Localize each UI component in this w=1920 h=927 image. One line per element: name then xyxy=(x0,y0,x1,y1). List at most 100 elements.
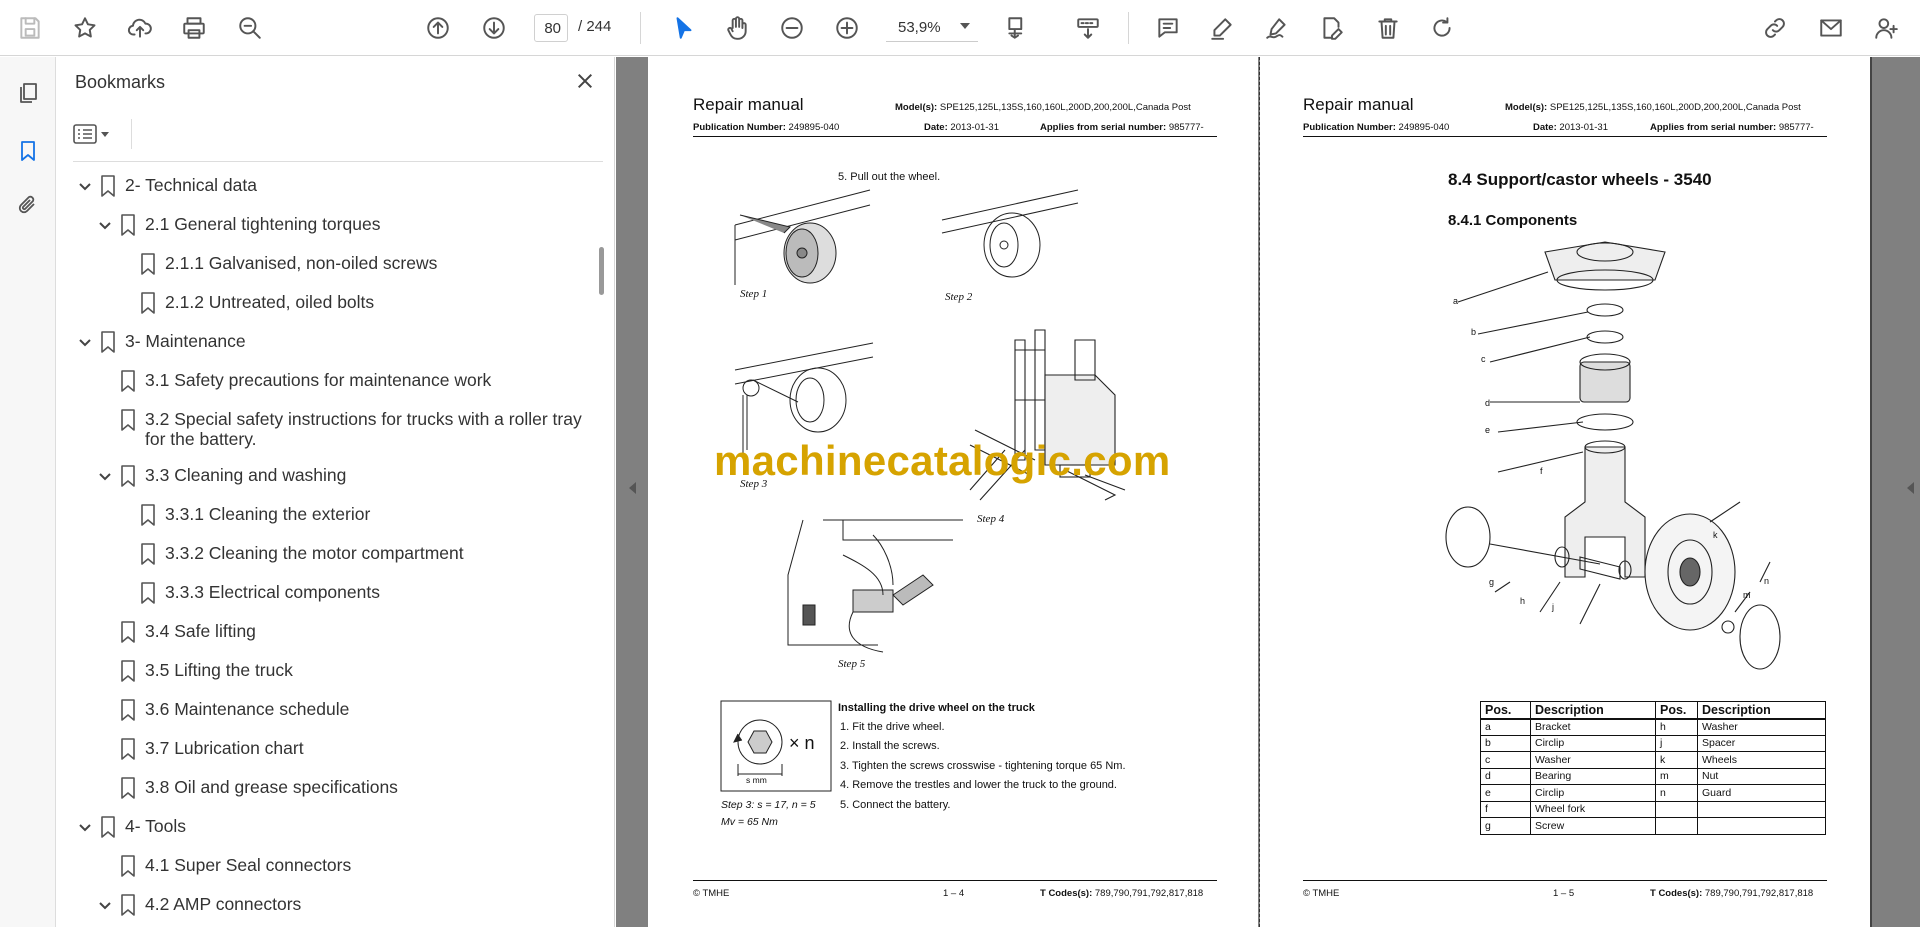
part-label: a xyxy=(1453,296,1459,306)
star-icon[interactable] xyxy=(67,10,103,46)
bookmark-item[interactable]: 3.6 Maintenance schedule xyxy=(57,691,587,730)
bookmark-item[interactable]: 4.1 Super Seal connectors xyxy=(57,847,587,886)
expand-right-icon[interactable] xyxy=(1904,480,1916,496)
part-label: k xyxy=(1713,530,1718,540)
select-pointer-icon[interactable] xyxy=(666,10,702,46)
bookmark-item[interactable]: 3.3.3 Electrical components xyxy=(57,574,587,613)
edit-pdf-icon[interactable] xyxy=(1314,10,1350,46)
zoom-value: 53,9% xyxy=(898,19,941,36)
bookmark-item[interactable]: 3.4 Safe lifting xyxy=(57,613,587,652)
tcodes-value: 789,790,791,792,817,818 xyxy=(1094,888,1204,899)
bookmark-item[interactable]: 4- Tools xyxy=(57,808,587,847)
bookmark-item[interactable]: 3.8 Oil and grease specifications xyxy=(57,769,587,808)
bookmark-item[interactable]: 3.7 Lubrication chart xyxy=(57,730,587,769)
bookmark-item[interactable]: 2.1.1 Galvanised, non-oiled screws xyxy=(57,245,587,284)
table-cell: Circlip xyxy=(1530,784,1656,802)
zoom-dropdown[interactable]: 53,9% xyxy=(886,14,978,42)
chevron-down-icon[interactable] xyxy=(75,176,95,196)
bookmark-item[interactable]: 3.1 Safety precautions for maintenance w… xyxy=(57,362,587,401)
sign-icon[interactable] xyxy=(1259,10,1295,46)
zoom-out-icon[interactable] xyxy=(774,10,810,46)
rotate-icon[interactable] xyxy=(1424,10,1460,46)
bookmark-options-button[interactable] xyxy=(73,119,123,149)
install-step: 2. Install the screws. xyxy=(840,740,940,752)
column-header: Pos. xyxy=(1480,701,1531,720)
chevron-down-icon[interactable] xyxy=(95,215,115,235)
scroll-mode-icon[interactable] xyxy=(1070,10,1106,46)
torque-caption: Step 3: s = 17, n = 5 xyxy=(721,799,816,811)
email-icon[interactable] xyxy=(1813,10,1849,46)
page-number-input[interactable] xyxy=(534,14,568,42)
page-up-icon[interactable] xyxy=(420,10,456,46)
page-thumbnails-icon[interactable] xyxy=(10,75,46,111)
bookmark-icon xyxy=(120,699,140,721)
torque-diagram xyxy=(720,700,832,792)
chevron-down-icon[interactable] xyxy=(95,895,115,915)
comment-icon[interactable] xyxy=(1150,10,1186,46)
bookmark-item[interactable]: 2.1 General tightening torques xyxy=(57,206,587,245)
chevron-down-icon[interactable] xyxy=(75,817,95,837)
close-icon[interactable] xyxy=(571,67,599,95)
bookmark-icon xyxy=(140,504,160,526)
tcodes-label: T Codes(s): xyxy=(1040,888,1093,899)
bookmark-label: 3.7 Lubrication chart xyxy=(145,738,304,758)
tcodes-value: 789,790,791,792,817,818 xyxy=(1704,888,1814,899)
scrollbar-thumb[interactable] xyxy=(599,247,604,295)
add-user-icon[interactable] xyxy=(1868,10,1904,46)
page-boundary xyxy=(1259,57,1260,927)
bookmark-label: 2.1 General tightening torques xyxy=(145,214,381,234)
models-label: Model(s): xyxy=(1505,102,1548,113)
bookmark-item[interactable]: 3.3.1 Cleaning the exterior xyxy=(57,496,587,535)
bookmark-tree: 2- Technical data 2.1 General tightening … xyxy=(57,167,597,923)
table-cell: n xyxy=(1655,784,1698,802)
column-header: Description xyxy=(1697,701,1826,720)
subsection-title: 8.4.1 Components xyxy=(1448,212,1578,229)
bookmark-item[interactable]: 3- Maintenance xyxy=(57,323,587,362)
hand-icon[interactable] xyxy=(719,10,755,46)
save-icon[interactable] xyxy=(12,10,48,46)
pubnum-value: 249895-040 xyxy=(1398,122,1450,133)
bookmark-label: 3.5 Lifting the truck xyxy=(145,660,293,680)
highlight-pen-icon[interactable] xyxy=(1204,10,1240,46)
delete-icon[interactable] xyxy=(1370,10,1406,46)
bookmark-icon xyxy=(120,621,140,643)
bookmark-panel-icon[interactable] xyxy=(10,133,46,169)
share-link-icon[interactable] xyxy=(1757,10,1793,46)
print-icon[interactable] xyxy=(176,10,212,46)
panel-title: Bookmarks xyxy=(75,72,166,92)
bookmark-icon xyxy=(100,331,120,353)
attachments-icon[interactable] xyxy=(10,187,46,223)
wheel-removal-illustration-2 xyxy=(940,185,1080,290)
upload-icon[interactable] xyxy=(122,10,158,46)
part-label: c xyxy=(1481,354,1486,364)
bookmark-item[interactable]: 3.3 Cleaning and washing xyxy=(57,457,587,496)
zoom-search-icon[interactable] xyxy=(232,10,268,46)
bookmark-item[interactable]: 2- Technical data xyxy=(57,167,587,206)
bookmark-item[interactable]: 2.1.2 Untreated, oiled bolts xyxy=(57,284,587,323)
bookmark-item[interactable]: 3.3.2 Cleaning the motor compartment xyxy=(57,535,587,574)
column-header: Description xyxy=(1530,701,1656,720)
divider xyxy=(131,119,132,149)
table-row: a Bracket h Washer xyxy=(1480,718,1826,736)
collapse-left-icon[interactable] xyxy=(626,480,638,496)
bookmark-item[interactable]: 3.2 Special safety instructions for truc… xyxy=(57,401,587,457)
chevron-down-icon[interactable] xyxy=(95,466,115,486)
table-cell: c xyxy=(1480,751,1531,769)
part-label: d xyxy=(1485,398,1491,408)
chevron-down-icon[interactable] xyxy=(75,332,95,352)
table-header-row: Pos. Description Pos. Description xyxy=(1480,701,1826,720)
install-step: 1. Fit the drive wheel. xyxy=(840,721,945,733)
list-options-icon xyxy=(73,124,97,144)
part-label: e xyxy=(1485,425,1491,435)
page-fit-icon[interactable] xyxy=(1000,10,1036,46)
bookmark-item[interactable]: 4.2 AMP connectors xyxy=(57,886,587,923)
zoom-in-icon[interactable] xyxy=(829,10,865,46)
table-row: f Wheel fork xyxy=(1480,800,1826,818)
bookmark-item[interactable]: 3.5 Lifting the truck xyxy=(57,652,587,691)
chevron-down-icon xyxy=(960,23,970,29)
table-cell xyxy=(1697,817,1826,835)
pubnum-value: 249895-040 xyxy=(788,122,840,133)
page-down-icon[interactable] xyxy=(476,10,512,46)
part-label: m xyxy=(1743,590,1751,600)
divider xyxy=(73,161,603,162)
